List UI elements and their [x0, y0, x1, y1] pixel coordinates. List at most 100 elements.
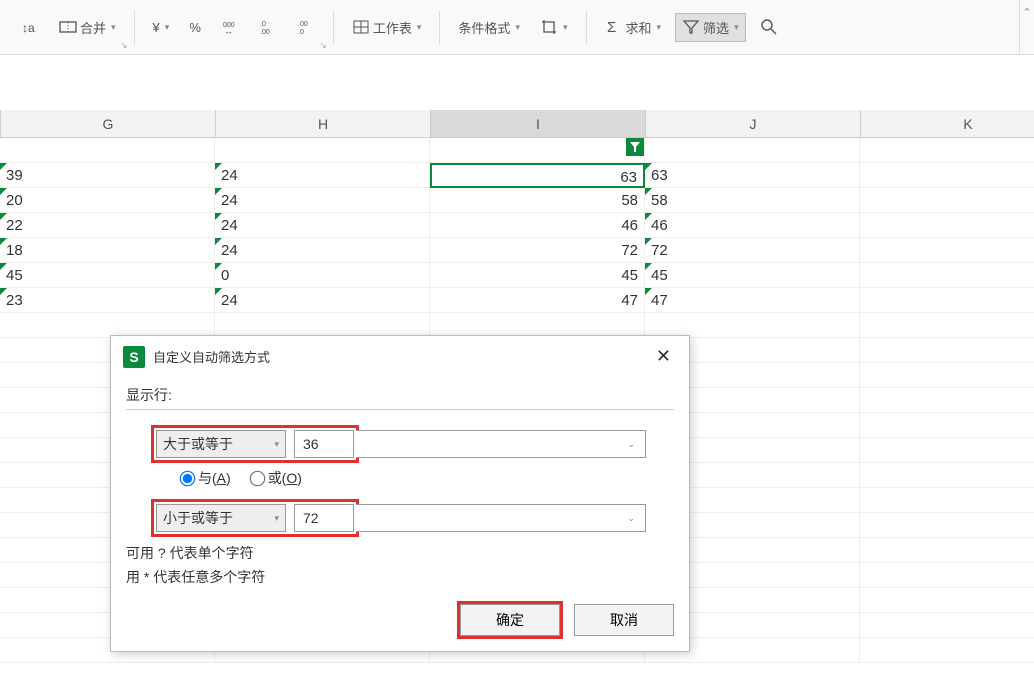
cell[interactable]: 22: [0, 213, 215, 238]
ok-button[interactable]: 确定: [460, 604, 560, 636]
column-header-I[interactable]: I: [431, 110, 646, 137]
cell[interactable]: [860, 388, 1034, 413]
cell[interactable]: 46: [430, 213, 645, 238]
close-button[interactable]: ✕: [650, 344, 677, 369]
condition-1-value[interactable]: 36: [294, 430, 354, 458]
cell[interactable]: 18: [0, 238, 215, 263]
cell[interactable]: [860, 263, 1034, 288]
condition-2-value-ext[interactable]: ⌄: [356, 504, 646, 532]
cell[interactable]: 45: [645, 263, 860, 288]
cell[interactable]: [860, 613, 1034, 638]
cell[interactable]: [860, 188, 1034, 213]
filter-button[interactable]: 筛选 ▾: [675, 13, 746, 42]
cell[interactable]: 23: [0, 288, 215, 313]
cell[interactable]: 24: [215, 213, 430, 238]
cell[interactable]: [860, 213, 1034, 238]
cell[interactable]: [860, 138, 1034, 163]
cell[interactable]: 45: [430, 263, 645, 288]
cell[interactable]: 24: [215, 188, 430, 213]
cell[interactable]: [860, 588, 1034, 613]
cell[interactable]: 58: [430, 188, 645, 213]
column-header-G[interactable]: G: [1, 110, 216, 137]
cell[interactable]: [860, 413, 1034, 438]
merge-button[interactable]: 合并 ▾: [53, 14, 122, 41]
format-group-2: 条件格式 ▾ ▾: [442, 0, 583, 54]
cell[interactable]: [860, 488, 1034, 513]
worksheet-button[interactable]: 工作表 ▾: [346, 14, 428, 41]
cell[interactable]: [860, 238, 1034, 263]
currency-button[interactable]: ¥ ▾: [147, 16, 176, 39]
cell[interactable]: 24: [215, 163, 430, 188]
cell[interactable]: 24: [215, 238, 430, 263]
error-indicator-icon: [215, 188, 222, 195]
column-header-H[interactable]: H: [216, 110, 431, 137]
chevron-down-icon: ▾: [274, 439, 279, 450]
radio-and-input[interactable]: [180, 470, 196, 486]
error-indicator-icon: [215, 263, 222, 270]
filter-indicator-icon[interactable]: [626, 138, 644, 156]
ribbon-expand[interactable]: ⌃: [1019, 0, 1034, 55]
cell[interactable]: 20: [0, 188, 215, 213]
cell[interactable]: [860, 313, 1034, 338]
cell[interactable]: [860, 363, 1034, 388]
cell[interactable]: 24: [215, 288, 430, 313]
condition-1-operator[interactable]: 大于或等于 ▾: [156, 430, 286, 458]
search-button[interactable]: [754, 14, 784, 40]
column-header-J[interactable]: J: [646, 110, 861, 137]
crop-button[interactable]: ▾: [534, 14, 574, 40]
cell[interactable]: [860, 513, 1034, 538]
cell[interactable]: [860, 163, 1034, 188]
cell[interactable]: 45: [0, 263, 215, 288]
radio-and[interactable]: 与(A): [181, 468, 231, 488]
increase-decimal-icon: .0.00: [259, 18, 277, 36]
cell[interactable]: 58: [645, 188, 860, 213]
cell[interactable]: 46: [645, 213, 860, 238]
number-format-group: ¥ ▾ % 000↔ .0.00 .00.0 ↘: [137, 0, 331, 54]
radio-or[interactable]: 或(O): [251, 468, 302, 488]
cell[interactable]: [0, 138, 215, 163]
orientation-button[interactable]: ↕a: [15, 14, 45, 40]
cell[interactable]: [215, 138, 430, 163]
chevron-down-icon: ▾: [734, 22, 739, 33]
comma-icon: 000↔: [221, 18, 239, 36]
decrease-decimal-button[interactable]: .00.0: [291, 14, 321, 40]
cell[interactable]: 47: [430, 288, 645, 313]
column-header-K[interactable]: K: [861, 110, 1034, 137]
increase-decimal-button[interactable]: .0.00: [253, 14, 283, 40]
dialog-launcher-icon[interactable]: ↘: [120, 40, 128, 51]
cell[interactable]: 63: [645, 163, 860, 188]
error-indicator-icon: [645, 163, 652, 170]
cancel-button[interactable]: 取消: [574, 604, 674, 636]
cell[interactable]: 0: [215, 263, 430, 288]
chevron-down-icon: ▾: [111, 22, 116, 33]
cell[interactable]: 39: [0, 163, 215, 188]
cell[interactable]: 63: [430, 163, 645, 188]
chevron-down-icon: ▾: [165, 22, 170, 33]
error-indicator-icon: [645, 263, 652, 270]
cell[interactable]: [860, 463, 1034, 488]
condition-2-value[interactable]: 72: [294, 504, 354, 532]
help-line-2: 用 * 代表任意多个字符: [126, 566, 674, 590]
cell[interactable]: [860, 338, 1034, 363]
cell[interactable]: [430, 138, 645, 163]
condition-1-value-ext[interactable]: ⌄: [356, 430, 646, 458]
cell[interactable]: [860, 638, 1034, 663]
comma-button[interactable]: 000↔: [215, 14, 245, 40]
help-text: 可用 ? 代表单个字符 用 * 代表任意多个字符: [126, 542, 674, 590]
cell[interactable]: 72: [430, 238, 645, 263]
operator-text: 大于或等于: [163, 434, 233, 454]
condition-2-operator[interactable]: 小于或等于 ▾: [156, 504, 286, 532]
radio-or-input[interactable]: [249, 470, 265, 486]
cell[interactable]: 72: [645, 238, 860, 263]
search-icon: [760, 18, 778, 36]
cell[interactable]: 47: [645, 288, 860, 313]
percent-button[interactable]: %: [183, 16, 207, 39]
cell[interactable]: [645, 138, 860, 163]
conditional-format-button[interactable]: 条件格式 ▾: [452, 14, 526, 41]
dialog-launcher-icon[interactable]: ↘: [319, 40, 327, 51]
cell[interactable]: [860, 538, 1034, 563]
cell[interactable]: [860, 438, 1034, 463]
cell[interactable]: [860, 563, 1034, 588]
sum-button[interactable]: Σ 求和 ▾: [599, 14, 668, 41]
cell[interactable]: [860, 288, 1034, 313]
